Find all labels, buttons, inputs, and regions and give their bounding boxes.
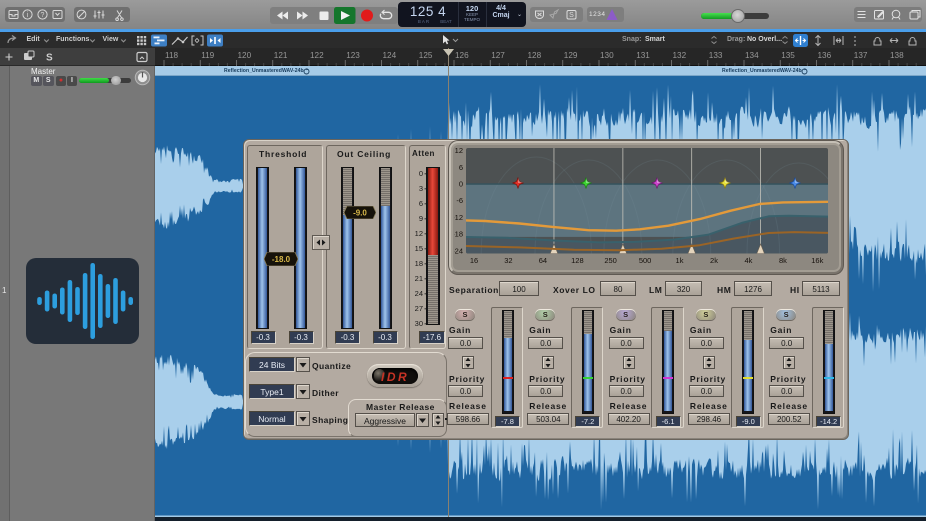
- svg-text:121: 121: [274, 51, 288, 60]
- svg-text:127: 127: [491, 51, 505, 60]
- svg-text:-18: -18: [454, 230, 463, 239]
- svg-text:4k: 4k: [744, 256, 752, 265]
- svg-text:132: 132: [673, 51, 687, 60]
- svg-text:2k: 2k: [710, 256, 718, 265]
- svg-text:119: 119: [201, 51, 214, 60]
- svg-text:32: 32: [504, 256, 512, 265]
- svg-text:9: 9: [419, 214, 423, 223]
- svg-text:122: 122: [310, 51, 324, 60]
- svg-text:0: 0: [459, 180, 463, 189]
- svg-text:126: 126: [455, 51, 469, 60]
- svg-text:129: 129: [564, 51, 578, 60]
- svg-text:8k: 8k: [779, 256, 787, 265]
- svg-text:-18.0: -18.0: [272, 255, 291, 264]
- svg-text:137: 137: [854, 51, 868, 60]
- svg-text:30: 30: [415, 319, 423, 328]
- svg-text:16k: 16k: [811, 256, 823, 265]
- svg-text:130: 130: [600, 51, 614, 60]
- svg-text:6: 6: [459, 163, 463, 172]
- svg-text:120: 120: [238, 51, 252, 60]
- svg-text:136: 136: [818, 51, 832, 60]
- svg-text:-6: -6: [456, 196, 463, 205]
- svg-text:64: 64: [539, 256, 547, 265]
- svg-text:S: S: [46, 53, 53, 64]
- svg-text:123: 123: [346, 51, 360, 60]
- svg-text:12: 12: [455, 146, 463, 155]
- svg-text:118: 118: [165, 51, 178, 60]
- svg-text:250: 250: [604, 256, 617, 265]
- svg-text:24: 24: [415, 289, 423, 298]
- svg-text:12: 12: [415, 229, 423, 238]
- svg-text:500: 500: [639, 256, 652, 265]
- svg-text:125: 125: [419, 51, 433, 60]
- svg-text:-9.0: -9.0: [353, 209, 367, 218]
- svg-text:128: 128: [528, 51, 542, 60]
- svg-text:3: 3: [419, 184, 423, 193]
- svg-text:S: S: [569, 12, 574, 19]
- svg-text:21: 21: [415, 274, 423, 283]
- svg-text:0: 0: [419, 169, 423, 178]
- svg-text:18: 18: [415, 259, 423, 268]
- svg-text:?: ?: [41, 12, 45, 19]
- svg-text:133: 133: [709, 51, 723, 60]
- svg-text:138: 138: [890, 51, 904, 60]
- svg-text:-24: -24: [454, 246, 463, 255]
- svg-text:27: 27: [415, 304, 423, 313]
- svg-text:i: i: [27, 12, 29, 19]
- svg-text:1k: 1k: [676, 256, 684, 265]
- svg-text:131: 131: [636, 51, 650, 60]
- svg-text:134: 134: [745, 51, 759, 60]
- svg-text:16: 16: [470, 256, 478, 265]
- svg-text:124: 124: [383, 51, 397, 60]
- svg-text:-12: -12: [454, 213, 463, 222]
- svg-text:6: 6: [419, 199, 423, 208]
- svg-text:135: 135: [781, 51, 795, 60]
- svg-text:128: 128: [571, 256, 584, 265]
- svg-text:15: 15: [415, 244, 423, 253]
